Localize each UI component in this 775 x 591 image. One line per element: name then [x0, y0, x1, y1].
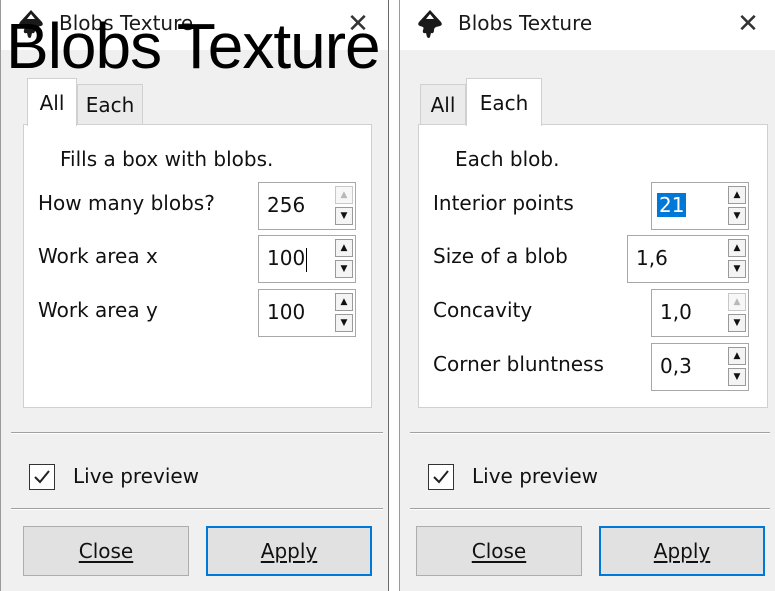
spin-value: 21	[657, 193, 687, 217]
spin-value: 100	[267, 300, 306, 324]
field-label: Size of a blob	[433, 244, 568, 268]
field-label: Interior points	[433, 191, 574, 215]
live-preview-checkbox[interactable]	[29, 464, 55, 490]
field-label: Work area y	[38, 298, 158, 322]
title-bar[interactable]: Blobs Texture ✕	[400, 0, 775, 50]
overlay-title: Blobs Texture	[6, 10, 381, 82]
spin-up-icon[interactable]: ▲	[728, 293, 746, 311]
tab-all[interactable]: All	[27, 78, 77, 126]
spin-down-icon[interactable]: ▼	[728, 260, 746, 278]
text-caret	[306, 247, 308, 272]
tab-each[interactable]: Each	[77, 84, 143, 124]
spin-arrows: ▲ ▼	[728, 347, 746, 387]
tab-each[interactable]: Each	[466, 78, 542, 126]
apply-button[interactable]: Apply	[206, 526, 372, 576]
live-preview-checkbox[interactable]	[428, 464, 454, 490]
separator	[11, 432, 383, 434]
spin-arrows: ▲ ▼	[335, 293, 353, 333]
spin-down-icon[interactable]: ▼	[728, 207, 746, 225]
interior-points-spinbox[interactable]: 21 ▲ ▼	[651, 182, 749, 230]
spin-down-icon[interactable]: ▼	[335, 207, 353, 225]
live-preview-label: Live preview	[73, 464, 200, 488]
field-label: Work area x	[38, 244, 158, 268]
spin-up-icon[interactable]: ▲	[728, 186, 746, 204]
separator	[410, 508, 770, 510]
field-row: How many blobs? 256 ▲ ▼	[24, 179, 371, 230]
apply-button-label: Apply	[260, 539, 318, 563]
checkmark-icon	[34, 470, 50, 484]
spin-arrows: ▲ ▼	[335, 239, 353, 279]
checkmark-icon	[433, 470, 449, 484]
spin-up-icon[interactable]: ▲	[335, 293, 353, 311]
close-icon[interactable]: ✕	[730, 6, 766, 42]
apply-button-label: Apply	[653, 539, 711, 563]
blobs-texture-dialog-all: Blobs Texture ✕ All Each Fills a box wit…	[0, 0, 389, 591]
separator	[11, 508, 383, 510]
spin-value: 1,0	[660, 300, 692, 324]
field-row: Interior points 21 ▲ ▼	[419, 179, 767, 230]
spin-arrows: ▲ ▼	[728, 239, 746, 279]
field-row: Size of a blob 1,6 ▲ ▼	[419, 232, 767, 283]
tab-all[interactable]: All	[420, 84, 466, 124]
panel-description: Fills a box with blobs.	[60, 147, 274, 171]
spin-up-icon[interactable]: ▲	[728, 239, 746, 257]
window-title: Blobs Texture	[458, 11, 593, 35]
work-area-x-spinbox[interactable]: 100 ▲ ▼	[258, 235, 356, 283]
panel-description: Each blob.	[455, 147, 560, 171]
spin-arrows: ▲ ▼	[728, 186, 746, 226]
spin-value: 256	[267, 193, 306, 217]
live-preview-label: Live preview	[472, 464, 599, 488]
tab-panel: Each blob. Interior points 21 ▲ ▼ Size o…	[418, 124, 768, 408]
spin-value: 100	[267, 246, 306, 270]
spin-value: 1,6	[636, 246, 668, 270]
spin-arrows: ▲ ▼	[728, 293, 746, 333]
spin-up-icon[interactable]: ▲	[728, 347, 746, 365]
field-row: Concavity 1,0 ▲ ▼	[419, 286, 767, 337]
tab-panel: Fills a box with blobs. How many blobs? …	[23, 124, 372, 408]
window-gap	[389, 0, 399, 591]
field-label: How many blobs?	[38, 191, 215, 215]
spin-down-icon[interactable]: ▼	[728, 368, 746, 386]
field-label: Corner bluntness	[433, 352, 604, 376]
close-button[interactable]: Close	[23, 526, 189, 576]
separator	[410, 432, 770, 434]
close-button[interactable]: Close	[416, 526, 582, 576]
corner-bluntness-spinbox[interactable]: 0,3 ▲ ▼	[651, 343, 749, 391]
spin-value-wrapper: 100	[267, 246, 308, 272]
blobs-texture-dialog-each: Blobs Texture ✕ All Each Each blob. Inte…	[399, 0, 775, 591]
work-area-y-spinbox[interactable]: 100 ▲ ▼	[258, 289, 356, 337]
spin-value: 0,3	[660, 354, 692, 378]
spin-down-icon[interactable]: ▼	[335, 314, 353, 332]
spin-arrows: ▲ ▼	[335, 186, 353, 226]
field-label: Concavity	[433, 298, 533, 322]
spin-down-icon[interactable]: ▼	[335, 260, 353, 278]
spin-up-icon[interactable]: ▲	[335, 239, 353, 257]
field-row: Work area y 100 ▲ ▼	[24, 286, 371, 337]
spin-down-icon[interactable]: ▼	[728, 314, 746, 332]
how-many-blobs-spinbox[interactable]: 256 ▲ ▼	[258, 182, 356, 230]
spin-up-icon[interactable]: ▲	[335, 186, 353, 204]
field-row: Work area x 100 ▲ ▼	[24, 232, 371, 283]
inkscape-icon	[418, 10, 442, 38]
field-row: Corner bluntness 0,3 ▲ ▼	[419, 340, 767, 391]
concavity-spinbox[interactable]: 1,0 ▲ ▼	[651, 289, 749, 337]
close-button-label: Close	[78, 539, 134, 563]
size-of-a-blob-spinbox[interactable]: 1,6 ▲ ▼	[627, 235, 749, 283]
close-button-label: Close	[471, 539, 527, 563]
apply-button[interactable]: Apply	[599, 526, 765, 576]
